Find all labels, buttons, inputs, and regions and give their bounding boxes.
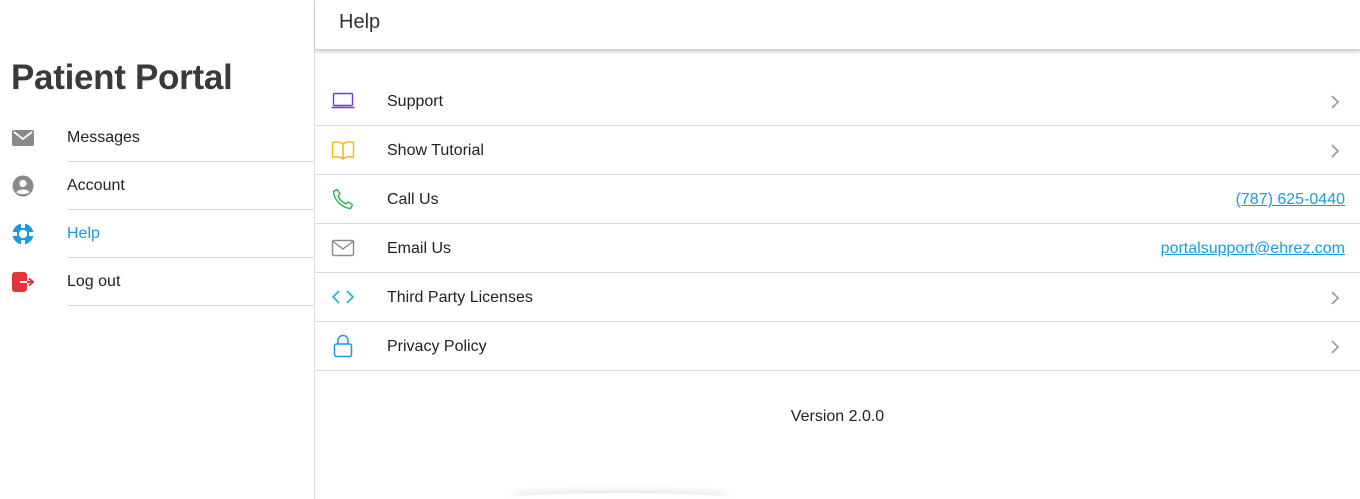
help-row-label: Email Us — [387, 240, 452, 257]
email-link[interactable]: portalsupport@ehrez.com — [1161, 224, 1345, 273]
sidebar-nav: Messages Account Help Log out — [0, 114, 314, 306]
sidebar-item-account[interactable]: Account — [0, 162, 314, 210]
code-icon — [331, 285, 355, 309]
lock-icon — [331, 334, 355, 358]
envelope-outline-icon — [331, 236, 355, 260]
sidebar-item-label: Account — [67, 162, 314, 210]
sidebar-item-label: Log out — [67, 258, 314, 306]
help-row-label: Third Party Licenses — [387, 289, 533, 306]
help-row-label: Privacy Policy — [387, 338, 487, 355]
chevron-right-icon — [1331, 291, 1340, 305]
version-text: Version 2.0.0 — [790, 408, 885, 425]
bottom-shadow — [510, 493, 730, 499]
brand-title: Patient Portal — [11, 58, 233, 97]
help-row-label: Call Us — [387, 191, 439, 208]
page-header: Help — [315, 0, 1360, 50]
sidebar-item-label: Messages — [67, 114, 314, 162]
laptop-icon — [331, 89, 355, 113]
help-row-label: Support — [387, 93, 444, 110]
help-row-email[interactable]: Email Us portalsupport@ehrez.com — [315, 224, 1360, 273]
sidebar-item-label: Help — [67, 210, 314, 258]
phone-link[interactable]: (787) 625-0440 — [1236, 175, 1345, 224]
sidebar-item-logout[interactable]: Log out — [0, 258, 314, 306]
phone-icon — [331, 187, 355, 211]
lifebuoy-icon — [12, 223, 34, 245]
help-row-tutorial[interactable]: Show Tutorial — [315, 126, 1360, 175]
logout-icon — [12, 271, 34, 293]
help-row-privacy[interactable]: Privacy Policy — [315, 322, 1360, 371]
sidebar-item-messages[interactable]: Messages — [0, 114, 314, 162]
sidebar-item-help[interactable]: Help — [0, 210, 314, 258]
sidebar: Patient Portal Messages Account Help Log… — [0, 0, 315, 499]
page-title: Help — [339, 11, 381, 33]
help-row-support[interactable]: Support — [315, 77, 1360, 126]
envelope-icon — [12, 127, 34, 149]
app-root: Patient Portal Messages Account Help Log… — [0, 0, 1360, 499]
chevron-right-icon — [1331, 340, 1340, 354]
help-list: Support Show Tutorial Call Us (787) 625-… — [315, 77, 1360, 371]
help-row-call[interactable]: Call Us (787) 625-0440 — [315, 175, 1360, 224]
chevron-right-icon — [1331, 144, 1340, 158]
help-row-licenses[interactable]: Third Party Licenses — [315, 273, 1360, 322]
account-circle-icon — [12, 175, 34, 197]
book-icon — [331, 138, 355, 162]
chevron-right-icon — [1331, 95, 1340, 109]
help-row-label: Show Tutorial — [387, 142, 484, 159]
